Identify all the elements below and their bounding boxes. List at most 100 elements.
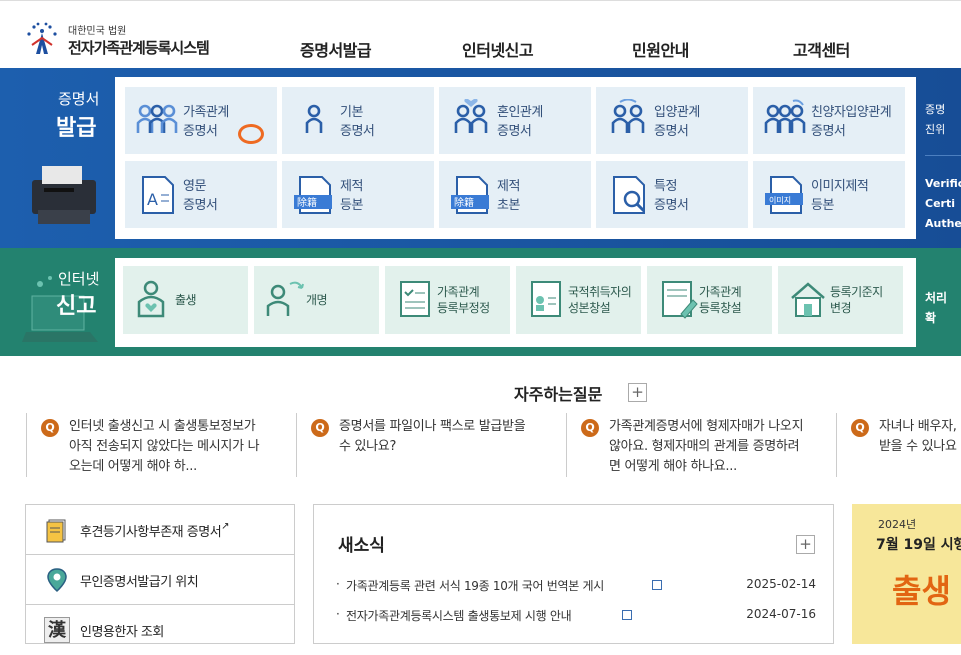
logo-subtitle: 대한민국 법원: [68, 26, 127, 37]
news-panel: 새소식 + · 가족관계등록 관련 서식 19종 10개 국어 번역본 게시 2…: [313, 504, 834, 644]
verify-line2: 진위: [925, 123, 946, 136]
issue-item-label: 가족관계 증명서: [183, 105, 229, 139]
certificate-panel: 가족관계 증명서 기본 증명서 혼인관계 증명서 입양관계 증명서 친양자입양관계 증명서 A 영문 증…: [115, 77, 916, 239]
issue-item-label: 특정 증명서: [654, 179, 689, 213]
internet-report-section: 인터넷 신고 출생 개명 가족관계 등록부정정 국적취득자의 성본창설 가족관계 등록창설 등록…: [0, 248, 961, 356]
news-item-title: 전자가족관계등록시스템 출생통보제 시행 안내: [346, 609, 572, 623]
verification-line1: Verifica: [925, 177, 961, 190]
court-emblem-icon: [27, 22, 57, 54]
issue-item-6[interactable]: A 영문 증명서: [125, 161, 277, 228]
issue-item-8[interactable]: 除籍 제적 초본: [439, 161, 591, 228]
rename-icon: [266, 281, 304, 316]
issue-item-label: 기본 증명서: [340, 105, 375, 139]
report-item-label: 가족관계 등록창설: [699, 285, 742, 315]
faq-question: 가족관계증명서에 형제자매가 나오지 않아요. 형제자매의 관계를 증명하려 면…: [609, 419, 804, 474]
quick-links: 후견등기사항부존재 증명서↗ 무인증명서발급기 위치 漢 인명용한자 조회: [25, 504, 295, 644]
report-item-label: 가족관계 등록부정정: [437, 285, 490, 315]
faq-question: 증명서를 파일이나 팩스로 발급받을 수 있나요?: [339, 419, 526, 454]
nav-internet-report[interactable]: 인터넷신고: [462, 37, 534, 61]
report-item-1[interactable]: 출생: [123, 266, 248, 334]
removed-register-icon: 除籍: [294, 176, 332, 214]
verify-link[interactable]: 증명 진위: [925, 68, 961, 156]
report-item-label: 국적취득자의 성본창설: [568, 285, 632, 315]
issue-item-label: 제적 초본: [497, 179, 520, 213]
specific-doc-icon: [613, 176, 646, 214]
issue-label-line2: 발급: [56, 116, 97, 141]
faq-q-badge: Q: [581, 419, 599, 437]
faq-question: 자녀나 배우자, 받을 수 있나요: [879, 419, 957, 454]
quick-guardianship-label: 후견등기사항부존재 증명서: [80, 525, 222, 540]
processing-link[interactable]: 처리 확: [925, 248, 961, 356]
news-item[interactable]: · 가족관계등록 관련 서식 19종 10개 국어 번역본 게시 2025-02…: [336, 577, 816, 597]
certificate-issue-section: 증명서 발급 가족관계 증명서 기본 증명서 혼인관계 증명서 입양관계 증명서 친양자입양관계…: [0, 68, 961, 248]
header: 대한민국 법원 전자가족관계등록시스템 증명서발급 인터넷신고 민원안내 고객센…: [0, 0, 961, 68]
issue-item-10[interactable]: 이미지 이미지제적 등본: [753, 161, 905, 228]
processing-line1: 처리: [925, 291, 948, 305]
faq-item[interactable]: Q 가족관계증명서에 형제자매가 나오지 않아요. 형제자매의 관계를 증명하려 …: [566, 413, 836, 477]
document-icon: [46, 519, 66, 543]
issue-item-1[interactable]: 가족관계 증명서: [125, 87, 277, 154]
location-pin-icon: [47, 568, 67, 593]
issue-item-7[interactable]: 除籍 제적 등본: [282, 161, 434, 228]
verify-line1: 증명: [925, 103, 946, 116]
nav-certificate-issue[interactable]: 증명서발급: [300, 37, 372, 61]
english-doc-icon: A: [142, 176, 174, 214]
verification-link[interactable]: Verifica Certi Authe: [925, 156, 961, 248]
report-item-label: 개명: [306, 293, 328, 307]
quick-kiosk-label: 무인증명서발급기 위치: [80, 575, 199, 590]
issue-item-9[interactable]: 특정 증명서: [596, 161, 748, 228]
nav-civil-guide[interactable]: 민원안내: [632, 37, 689, 61]
faq-item[interactable]: Q 인터넷 출생신고 시 출생통보정보가 아직 전송되지 않았다는 메시지가 나 …: [26, 413, 296, 477]
logo[interactable]: 대한민국 법원 전자가족관계등록시스템: [24, 19, 224, 59]
news-bullet: ·: [336, 607, 340, 621]
issue-item-label: 입양관계 증명서: [654, 105, 700, 139]
issue-item-5[interactable]: 친양자입양관계 증명서: [753, 87, 905, 154]
report-label-line2: 신고: [56, 294, 97, 319]
family-icon: [136, 104, 178, 133]
correction-icon: [400, 281, 430, 317]
verification-line3: Authe: [925, 217, 961, 230]
svg-text:除籍: 除籍: [297, 196, 317, 209]
issue-item-2[interactable]: 기본 증명서: [282, 87, 434, 154]
banner-year: 2024년: [878, 518, 917, 531]
faq-item[interactable]: Q 자녀나 배우자, 받을 수 있나요: [836, 413, 961, 477]
quick-guardianship-certificate[interactable]: 후견등기사항부존재 증명서↗: [26, 505, 294, 555]
verification-line2: Certi: [925, 197, 955, 210]
attachment-icon: [652, 580, 662, 590]
faq-item[interactable]: Q 증명서를 파일이나 팩스로 발급받을 수 있나요?: [296, 413, 566, 477]
person-icon: [305, 104, 323, 133]
processing-line2: 확: [925, 311, 937, 325]
issue-item-3[interactable]: 혼인관계 증명서: [439, 87, 591, 154]
report-item-6[interactable]: 등록기준지 변경: [778, 266, 903, 334]
printer-icon: [32, 166, 96, 224]
quick-hanja-label: 인명용한자 조회: [80, 625, 164, 640]
nav-customer-center[interactable]: 고객센터: [793, 37, 850, 61]
report-item-2[interactable]: 개명: [254, 266, 379, 334]
birth-icon: [137, 280, 165, 318]
news-more-button[interactable]: +: [796, 535, 815, 554]
issue-item-4[interactable]: 입양관계 증명서: [596, 87, 748, 154]
faq-question: 인터넷 출생신고 시 출생통보정보가 아직 전송되지 않았다는 메시지가 나 오…: [69, 419, 260, 474]
svg-text:A: A: [147, 190, 158, 209]
quick-hanja-lookup[interactable]: 漢 인명용한자 조회: [26, 605, 294, 655]
faq-more-button[interactable]: +: [628, 383, 647, 402]
marriage-icon: [454, 99, 488, 133]
issue-item-label: 친양자입양관계 증명서: [811, 105, 892, 139]
report-item-5[interactable]: 가족관계 등록창설: [647, 266, 772, 334]
click-highlight-circle: [238, 124, 264, 144]
image-register-icon: 이미지: [765, 176, 803, 214]
issue-item-label: 영문 증명서: [183, 179, 218, 213]
quick-kiosk-location[interactable]: 무인증명서발급기 위치: [26, 555, 294, 605]
news-item[interactable]: · 전자가족관계등록시스템 출생통보제 시행 안내 2024-07-16: [336, 607, 816, 627]
report-item-4[interactable]: 국적취득자의 성본창설: [516, 266, 641, 334]
issue-label-line1: 증명서: [58, 90, 100, 108]
house-icon: [791, 282, 825, 317]
faq-q-badge: Q: [41, 419, 59, 437]
faq-q-badge: Q: [311, 419, 329, 437]
news-title: 새소식: [338, 536, 385, 556]
removed-abstract-icon: 除籍: [451, 176, 489, 214]
issue-item-label: 혼인관계 증명서: [497, 105, 543, 139]
report-item-3[interactable]: 가족관계 등록부정정: [385, 266, 510, 334]
news-item-date: 2025-02-14: [746, 577, 816, 591]
birth-notification-banner[interactable]: 2024년 7월 19일 시행 출생: [852, 504, 961, 644]
